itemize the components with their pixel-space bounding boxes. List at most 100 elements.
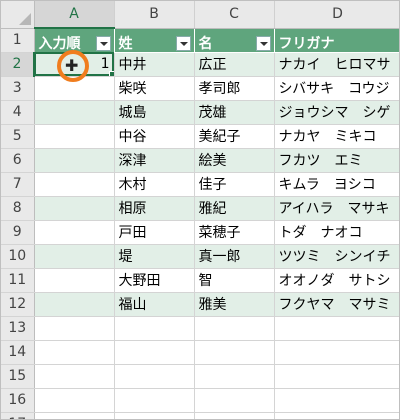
cell-first[interactable]: 智	[194, 268, 275, 293]
table-header-cell[interactable]: フリガナ	[274, 28, 399, 53]
filter-dropdown-button[interactable]	[95, 36, 111, 51]
empty-cell[interactable]	[34, 340, 115, 365]
row-header[interactable]: 13	[1, 316, 35, 341]
cell-kana[interactable]: キムラ ヨシコ	[274, 172, 399, 197]
column-header-b[interactable]: B	[114, 1, 195, 29]
cell-first[interactable]: 真一郎	[194, 244, 275, 269]
cell-last[interactable]: 木村	[114, 172, 195, 197]
row-header[interactable]: 12	[1, 292, 35, 317]
empty-cell[interactable]	[114, 364, 195, 389]
row-header[interactable]: 3	[1, 76, 35, 101]
cell-first[interactable]: 茂雄	[194, 100, 275, 125]
table-header-row: 1 入力順 姓 名 フリガナ	[1, 28, 399, 53]
cell-last[interactable]: 大野田	[114, 268, 195, 293]
empty-cell[interactable]	[194, 388, 275, 413]
column-header-c[interactable]: C	[194, 1, 275, 29]
table-row: 9 戸田 菜穂子 トダ ナオコ	[1, 220, 399, 245]
empty-cell[interactable]	[274, 316, 399, 341]
empty-cell[interactable]	[34, 412, 115, 419]
row-header[interactable]: 6	[1, 148, 35, 173]
empty-cell[interactable]	[114, 316, 195, 341]
table-row: 7 木村 佳子 キムラ ヨシコ	[1, 172, 399, 197]
cell-order[interactable]	[34, 76, 115, 101]
empty-cell[interactable]	[114, 340, 195, 365]
row-header[interactable]: 4	[1, 100, 35, 125]
empty-cell[interactable]	[34, 364, 115, 389]
empty-cell[interactable]	[194, 316, 275, 341]
cell-order[interactable]	[34, 268, 115, 293]
cell-last[interactable]: 柴咲	[114, 76, 195, 101]
cell-first[interactable]: 菜穂子	[194, 220, 275, 245]
cell-last[interactable]: 城島	[114, 100, 195, 125]
cell-kana[interactable]: トダ ナオコ	[274, 220, 399, 245]
row-header[interactable]: 8	[1, 196, 35, 221]
cell-kana[interactable]: シバサキ コウジ	[274, 76, 399, 101]
empty-cell[interactable]	[274, 364, 399, 389]
row-header[interactable]: 17	[1, 412, 35, 419]
empty-cell[interactable]	[274, 412, 399, 419]
cell-order[interactable]	[34, 148, 115, 173]
cell-order[interactable]	[34, 244, 115, 269]
cell-order[interactable]	[34, 172, 115, 197]
empty-cell[interactable]	[34, 388, 115, 413]
cell-kana[interactable]: ナカイ ヒロマサ	[274, 52, 399, 77]
empty-cell[interactable]	[114, 412, 195, 419]
filter-dropdown-button[interactable]	[175, 35, 191, 51]
cell-order[interactable]	[34, 292, 115, 317]
row-header[interactable]: 14	[1, 340, 35, 365]
cell-kana[interactable]: ジョウシマ シゲ	[274, 100, 399, 125]
cell-last[interactable]: 深津	[114, 148, 195, 173]
cell-kana[interactable]: オオノダ サトシ	[274, 268, 399, 293]
table-row: 11 大野田智オオノダ サトシ	[1, 268, 399, 293]
row-header[interactable]: 5	[1, 124, 35, 149]
fill-handle[interactable]	[108, 70, 113, 75]
table-header-cell[interactable]: 名	[194, 28, 275, 53]
cell-kana[interactable]: フカツ エミ	[274, 148, 399, 173]
column-header-a[interactable]: A	[34, 1, 115, 29]
cell-last[interactable]: 戸田	[114, 220, 195, 245]
empty-cell[interactable]	[114, 388, 195, 413]
cell-order[interactable]	[34, 196, 115, 221]
table-header-cell[interactable]: 姓	[114, 28, 195, 53]
cell-last[interactable]: 福山	[114, 292, 195, 317]
row-header[interactable]: 1	[1, 28, 35, 53]
spreadsheet: A B C D 1 入力順 姓 名 フリガナ 2 1 中井 広正 ナカイ ヒロマサ 3 柴咲…	[0, 0, 400, 420]
row-header[interactable]: 15	[1, 364, 35, 389]
empty-cell[interactable]	[194, 340, 275, 365]
empty-cell[interactable]	[274, 388, 399, 413]
cell-first[interactable]: 絵美	[194, 148, 275, 173]
cell-order[interactable]	[34, 124, 115, 149]
cell-first[interactable]: 雅美	[194, 292, 275, 317]
empty-cell[interactable]	[34, 316, 115, 341]
cell-first[interactable]: 佳子	[194, 172, 275, 197]
row-header[interactable]: 2	[1, 52, 35, 77]
table-header-cell[interactable]: 入力順	[34, 28, 115, 53]
cell-order[interactable]	[34, 220, 115, 245]
cell-first[interactable]: 広正	[194, 52, 275, 77]
empty-cell[interactable]	[194, 412, 275, 419]
worksheet-grid: A B C D 1 入力順 姓 名 フリガナ 2 1 中井 広正 ナカイ ヒロマサ 3 柴咲…	[1, 1, 399, 419]
column-header-d[interactable]: D	[274, 1, 399, 29]
cell-last[interactable]: 相原	[114, 196, 195, 221]
cell-first[interactable]: 孝司郎	[194, 76, 275, 101]
row-header[interactable]: 7	[1, 172, 35, 197]
cell-kana[interactable]: アイハラ マサキ	[274, 196, 399, 221]
cell-first[interactable]: 雅紀	[194, 196, 275, 221]
row-header[interactable]: 11	[1, 268, 35, 293]
row-header[interactable]: 9	[1, 220, 35, 245]
empty-cell[interactable]	[274, 340, 399, 365]
cell-last[interactable]: 堤	[114, 244, 195, 269]
cell-order[interactable]	[34, 100, 115, 125]
cell-first[interactable]: 美紀子	[194, 124, 275, 149]
filter-dropdown-button[interactable]	[255, 35, 271, 51]
cell-kana[interactable]: フクヤマ マサミ	[274, 292, 399, 317]
cell-kana[interactable]: ナカヤ ミキコ	[274, 124, 399, 149]
table-row: 12 福山 雅美 フクヤマ マサミ	[1, 292, 399, 317]
empty-cell[interactable]	[194, 364, 275, 389]
select-all-corner[interactable]	[1, 1, 35, 29]
cell-last[interactable]: 中谷	[114, 124, 195, 149]
row-header[interactable]: 16	[1, 388, 35, 413]
row-header[interactable]: 10	[1, 244, 35, 269]
cell-kana[interactable]: ツツミ シンイチ	[274, 244, 399, 269]
cell-last[interactable]: 中井	[114, 52, 195, 77]
